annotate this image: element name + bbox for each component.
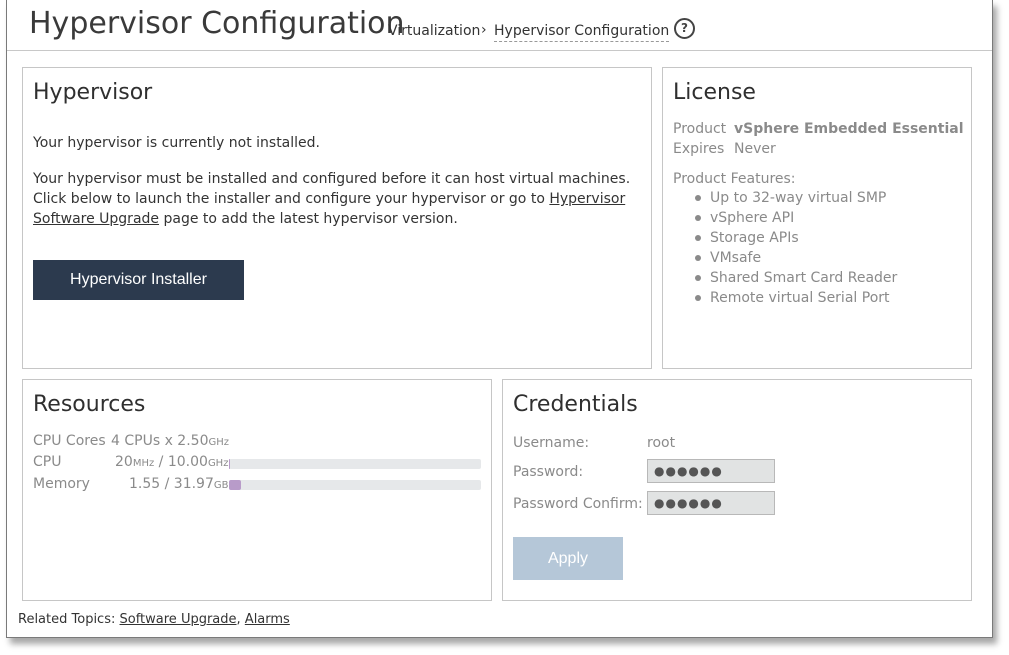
bullet-icon: [695, 195, 701, 201]
bullet-icon: [695, 215, 701, 221]
license-heading: License: [673, 80, 756, 105]
related-topics: Related Topics: Software Upgrade, Alarms: [18, 612, 290, 627]
help-icon[interactable]: ?: [674, 18, 695, 39]
product-features-list: Up to 32-way virtual SMP vSphere API Sto…: [673, 188, 897, 308]
breadcrumb-virtualization[interactable]: Virtualization: [388, 23, 480, 39]
username-value: root: [647, 435, 676, 451]
feature-item: Shared Smart Card Reader: [673, 268, 897, 288]
bullet-icon: [695, 295, 701, 301]
description-text-start: Your hypervisor must be installed and co…: [33, 171, 631, 207]
password-confirm-label: Password Confirm:: [513, 496, 643, 512]
resources-panel: Resources CPU Cores 4 CPUs x 2.50GHz CPU…: [22, 379, 492, 601]
hypervisor-status-text: Your hypervisor is currently not install…: [33, 135, 320, 151]
cpu-cores-label: CPU Cores: [33, 433, 106, 449]
license-panel: License Product vSphere Embedded Essenti…: [662, 67, 972, 369]
breadcrumb-separator: ›: [481, 22, 487, 38]
cpu-usage-bar: [229, 459, 481, 469]
memory-usage-bar: [229, 480, 481, 490]
feature-item: Storage APIs: [673, 228, 897, 248]
cpu-usage-bar-fill: [229, 459, 230, 469]
feature-item: vSphere API: [673, 208, 897, 228]
product-value: vSphere Embedded Essential: [734, 121, 964, 137]
related-topics-label: Related Topics:: [18, 612, 120, 627]
hypervisor-description: Your hypervisor must be installed and co…: [33, 169, 633, 229]
memory-usage-bar-fill: [229, 480, 242, 490]
credentials-panel: Credentials Username: root Password: Pas…: [502, 379, 972, 601]
password-label: Password:: [513, 464, 584, 480]
product-label: Product: [673, 121, 727, 137]
bullet-icon: [695, 235, 701, 241]
memory-usage-value: 1.55 / 31.97GB: [129, 476, 229, 492]
page-header: Hypervisor Configuration Virtualization …: [7, 0, 992, 51]
apply-button[interactable]: Apply: [513, 537, 623, 580]
breadcrumb-current-page[interactable]: Hypervisor Configuration: [494, 23, 670, 42]
hypervisor-installer-button[interactable]: Hypervisor Installer: [33, 260, 244, 300]
password-confirm-field[interactable]: [647, 491, 775, 515]
cpu-label: CPU: [33, 454, 62, 470]
feature-item: Up to 32-way virtual SMP: [673, 188, 897, 208]
alarms-link[interactable]: Alarms: [245, 612, 290, 627]
description-text-end: page to add the latest hypervisor versio…: [159, 211, 458, 227]
software-upgrade-link[interactable]: Software Upgrade: [120, 612, 237, 627]
bullet-icon: [695, 255, 701, 261]
cpu-cores-value: 4 CPUs x 2.50GHz: [111, 433, 230, 449]
feature-item: VMsafe: [673, 248, 897, 268]
product-features-label: Product Features:: [673, 171, 796, 187]
password-field[interactable]: [647, 459, 775, 483]
hypervisor-heading: Hypervisor: [33, 80, 153, 105]
cpu-usage-value: 20MHz / 10.00GHz: [115, 454, 229, 470]
credentials-heading: Credentials: [513, 392, 638, 417]
related-topics-separator: ,: [236, 612, 245, 627]
memory-label: Memory: [33, 476, 90, 492]
bullet-icon: [695, 275, 701, 281]
expires-value: Never: [734, 141, 776, 157]
expires-label: Expires: [673, 141, 725, 157]
app-window: Hypervisor Configuration Virtualization …: [6, 0, 993, 638]
resources-heading: Resources: [33, 392, 146, 417]
feature-item: Remote virtual Serial Port: [673, 288, 897, 308]
page-title: Hypervisor Configuration: [29, 6, 405, 41]
hypervisor-panel: Hypervisor Your hypervisor is currently …: [22, 67, 652, 369]
username-label: Username:: [513, 435, 590, 451]
